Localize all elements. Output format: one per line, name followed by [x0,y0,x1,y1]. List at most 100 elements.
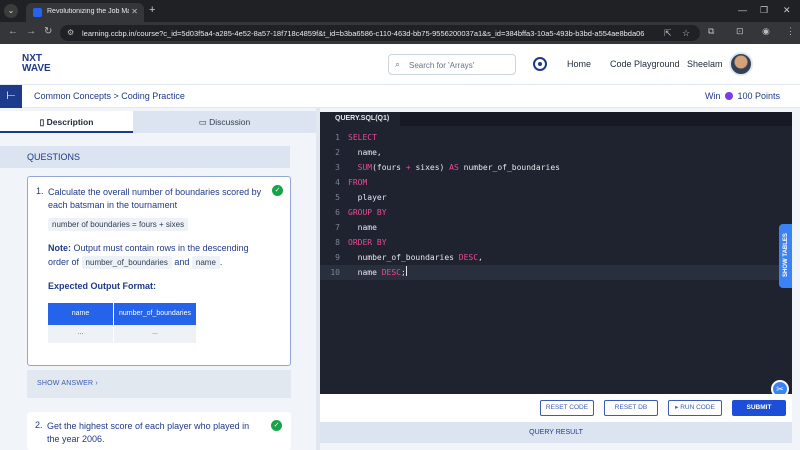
code-token: ORDER BY [348,238,387,247]
nav-code-playground[interactable]: Code Playground [610,59,680,69]
line-number: 10 [330,268,340,277]
line-number: 6 [335,208,340,217]
menu-icon[interactable]: ⋮ [786,26,795,37]
panel-tabs: ▯ Description ▭ Discussion [0,111,316,133]
show-answer-button[interactable]: SHOW ANSWER › [27,370,291,398]
nxtwave-logo[interactable]: NXT WAVE [22,54,66,74]
note-and: and [174,257,190,267]
code-token: number_of_boundaries [348,253,459,262]
app-header: NXT WAVE ⌕ Search for 'Arrays' Home Code… [0,44,800,85]
minimize-icon[interactable]: — [738,5,747,15]
text-cursor [405,266,407,276]
tab-description-label: Description [46,117,94,127]
check-icon: ✓ [271,420,282,431]
code-token: AS [449,163,459,172]
reload-icon[interactable]: ↻ [44,26,52,37]
question-panel: ▯ Description ▭ Discussion QUESTIONS 1. … [0,108,316,450]
code-line[interactable]: 3 SUM(fours + sixes) AS number_of_bounda… [320,160,792,175]
code-line[interactable]: 8 ORDER BY [320,235,792,250]
site-info-icon[interactable]: ⚙ [67,28,74,37]
chevron-right-icon: › [95,380,98,387]
sidebar-toggle-icon[interactable]: ⊢ [0,85,22,108]
code-token: SELECT [348,133,377,142]
chat-icon: ▭ [198,117,210,127]
line-number: 7 [335,223,340,232]
question-text: Calculate the overall number of boundari… [48,187,262,210]
coin-icon [724,92,733,100]
code-line[interactable]: 10 name DESC; [320,265,792,280]
submit-button[interactable]: SUBMIT [732,400,786,416]
code-line[interactable]: 7 name [320,220,792,235]
run-code-label: RUN CODE [680,404,715,411]
line-number: 2 [335,148,340,157]
browser-tab[interactable]: Revolutionizing the Job Market ✕ [26,3,144,22]
code-token: FROM [348,178,368,187]
share-icon[interactable]: ⇱ [664,28,672,39]
show-tables-button[interactable]: SHOW TABLES [779,224,792,288]
expected-output-label: Expected Output Format: [48,281,157,291]
table-cell: ... [114,325,196,343]
note-period: . [219,257,223,267]
code-token: player [348,193,387,202]
code-line[interactable]: 5 player [320,190,792,205]
url-text: learning.ccbp.in/course?c_id=5d03f5a4-a2… [82,29,645,38]
back-icon[interactable]: ← [8,26,18,37]
tab-discussion-label: Discussion [209,117,251,127]
breadcrumb[interactable]: Common Concepts > Coding Practice [34,91,185,101]
code-line[interactable]: 6 GROUP BY [320,205,792,220]
question-card-2[interactable]: 2. Get the highest score of each player … [27,412,291,450]
streak-icon[interactable] [533,57,547,71]
code-line[interactable]: 4 FROM [320,175,792,190]
code-token: number_of_boundaries [458,163,560,172]
tab-description[interactable]: ▯ Description [0,111,133,133]
question-text: Get the highest score of each player who… [47,421,250,444]
code-line[interactable]: 9 number_of_boundaries DESC, [320,250,792,265]
question-note: Note: Output must contain rows in the de… [48,241,268,270]
table-header-name: name [48,303,113,325]
code-line[interactable]: 2 name, [320,145,792,160]
avatar[interactable] [729,52,753,76]
reset-code-button[interactable]: RESET CODE [540,400,594,416]
tab-title: Revolutionizing the Job Market [47,8,129,15]
url-field[interactable]: ⚙ learning.ccbp.in/course?c_id=5d03f5a4-… [60,25,700,41]
search-icon: ⌕ [395,59,401,69]
line-number: 5 [335,193,340,202]
tab-list-icon[interactable]: ⌄ [4,4,18,18]
nav-user-name[interactable]: Sheelam [687,59,723,69]
star-icon[interactable]: ☆ [682,28,690,39]
query-result-bar[interactable]: QUERY RESULT [320,422,792,443]
code-token: SUM [357,163,373,172]
code-token: DESC [458,253,479,262]
search-input[interactable]: ⌕ Search for 'Arrays' [388,54,516,75]
profile-icon[interactable]: ◉ [762,26,770,37]
question-card-1[interactable]: 1. Calculate the overall number of bound… [27,176,291,366]
maximize-icon[interactable]: ❐ [760,5,768,16]
formula-chip: number of boundaries = fours + sixes [48,218,189,231]
favicon-icon [33,8,42,17]
nav-home[interactable]: Home [567,59,591,69]
code-line[interactable]: 1 SELECT [320,130,792,145]
code-token: sixes) [410,163,450,172]
tab-search-icon[interactable]: ⊡ [736,26,744,37]
search-placeholder: Search for 'Arrays' [409,61,475,70]
code-token: DESC [381,268,401,277]
show-tables-label: SHOW TABLES [783,233,789,277]
run-code-button[interactable]: ▸ RUN CODE [668,400,722,416]
forward-icon[interactable]: → [26,26,36,37]
code-editor[interactable]: QUERY.SQL(Q1) 1 SELECT 2 name, 3 SUM(fours … [320,112,792,394]
reset-db-button[interactable]: RESET DB [604,400,658,416]
editor-file-tab[interactable]: QUERY.SQL(Q1) [320,112,400,126]
note-chip-boundaries: number_of_boundaries [81,256,172,269]
note-chip-name: name [191,256,220,269]
extensions-icon[interactable]: ⧉ [708,26,714,37]
question-number: 1. [36,186,44,196]
window-close-icon[interactable]: ✕ [783,5,791,16]
editor-tab-bar: QUERY.SQL(Q1) [320,112,792,126]
tab-discussion[interactable]: ▭ Discussion [133,111,316,133]
new-tab-icon[interactable]: + [149,4,155,16]
code-token: name [348,268,382,277]
page-scrollbar[interactable] [793,108,800,450]
tab-close-icon[interactable]: ✕ [131,7,138,16]
code-text: ORDER BY [348,235,387,250]
